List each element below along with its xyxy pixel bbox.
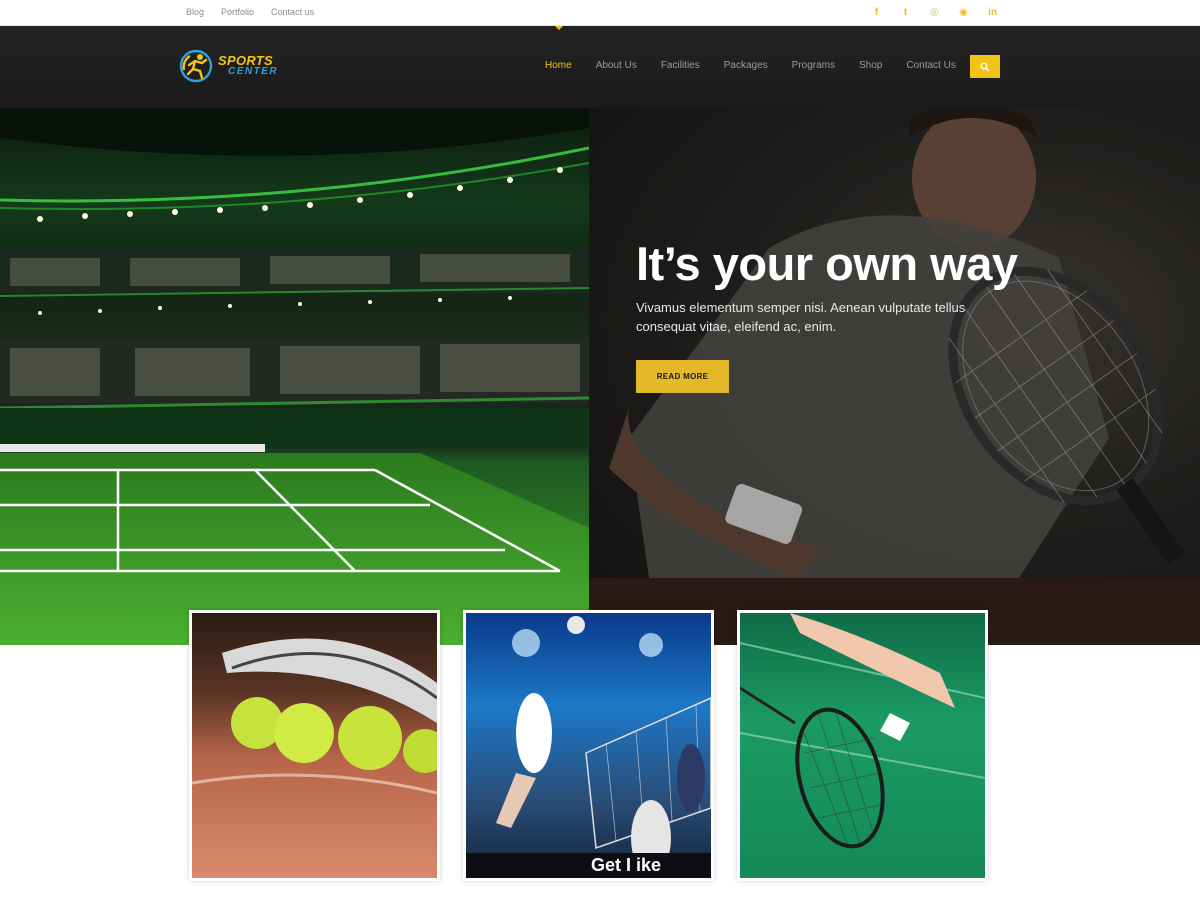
pinterest-icon[interactable]: ◉: [957, 6, 970, 19]
linkedin-icon[interactable]: in: [986, 6, 999, 19]
brand-name-line1: SPORTS: [218, 53, 274, 68]
nav-item-home[interactable]: Home: [545, 60, 572, 71]
twitter-icon[interactable]: t: [899, 6, 912, 19]
nav-item-packages[interactable]: Packages: [724, 60, 768, 71]
social-links: f t ◎ ◉ in: [870, 6, 999, 19]
read-more-button[interactable]: READ MORE: [636, 360, 729, 393]
nav-item-programs[interactable]: Programs: [792, 60, 835, 71]
hero-subtitle: Vivamus elementum semper nisi. Aenean vu…: [636, 300, 966, 334]
runner-logo-icon: [179, 49, 213, 83]
top-links: Blog Portfolio Contact us: [186, 7, 314, 17]
badminton-illustration: [740, 613, 985, 849]
nav-item-about-us[interactable]: About Us: [596, 60, 637, 71]
brand-logo[interactable]: SPORTS CENTER: [178, 48, 278, 84]
active-caret-icon: [555, 26, 563, 30]
main-header: SPORTS CENTER Home About Us Facilities P…: [0, 26, 1200, 108]
brand-name-line2: CENTER: [228, 66, 279, 77]
top-bar: Blog Portfolio Contact us f t ◎ ◉ in: [0, 0, 1200, 26]
search-button[interactable]: [970, 55, 1000, 78]
top-link-portfolio[interactable]: Portfolio: [221, 7, 254, 17]
stadium-illustration: [0, 108, 589, 645]
nav-item-shop[interactable]: Shop: [859, 60, 882, 71]
top-link-contact[interactable]: Contact us: [271, 7, 314, 17]
nav-item-facilities[interactable]: Facilities: [661, 60, 700, 71]
volleyball-image: Get I ike: [466, 613, 711, 878]
stadium-image: [0, 108, 589, 645]
tennis-balls-image: [192, 613, 437, 878]
tennis-balls-card[interactable]: [189, 610, 440, 881]
nav-item-contact-us[interactable]: Contact Us: [906, 60, 955, 71]
volleyball-card[interactable]: Get I ike: [463, 610, 714, 881]
volleyball-illustration: [466, 616, 711, 878]
badminton-card[interactable]: [737, 610, 988, 881]
tennis-balls-illustration: [192, 638, 437, 795]
search-icon: [980, 62, 990, 71]
hero-banner: It’s your own way Vivamus elementum semp…: [589, 108, 1200, 645]
hero-title: It’s your own way: [636, 237, 1018, 290]
top-link-blog[interactable]: Blog: [186, 7, 204, 17]
main-nav: Home About Us Facilities Packages Progra…: [545, 60, 980, 71]
badminton-image: [740, 613, 985, 878]
dribbble-icon[interactable]: ◎: [928, 6, 941, 19]
volleyball-banner-text: Get I ike: [591, 855, 662, 875]
facebook-icon[interactable]: f: [870, 6, 883, 19]
